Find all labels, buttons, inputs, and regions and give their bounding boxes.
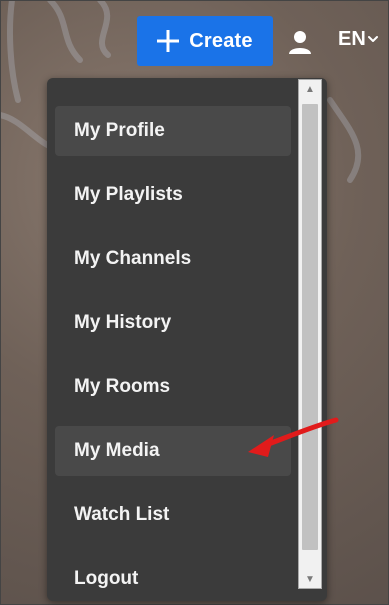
create-button-label: Create	[189, 29, 253, 52]
scroll-up-arrow[interactable]: ▲	[299, 80, 321, 98]
menu-item-my-rooms[interactable]: My Rooms	[55, 362, 291, 412]
menu-item-logout[interactable]: Logout	[55, 554, 291, 601]
create-button[interactable]: Create	[137, 16, 273, 66]
menu-item-my-history[interactable]: My History	[55, 298, 291, 348]
menu-item-label: My Media	[74, 440, 160, 461]
user-dropdown-menu: My Profile My Playlists My Channels My H…	[47, 78, 327, 601]
dropdown-scrollbar[interactable]: ▲ ▼	[298, 79, 322, 589]
menu-item-my-channels[interactable]: My Channels	[55, 234, 291, 284]
menu-item-label: My Channels	[74, 248, 192, 269]
menu-item-my-playlists[interactable]: My Playlists	[55, 170, 291, 220]
language-selector[interactable]: EN	[338, 28, 378, 51]
menu-item-label: Logout	[74, 568, 139, 589]
user-icon[interactable]	[287, 30, 313, 54]
menu-item-label: My History	[74, 312, 172, 333]
plus-icon	[157, 30, 179, 52]
dropdown-menu-list: My Profile My Playlists My Channels My H…	[55, 106, 291, 601]
menu-item-label: My Profile	[74, 120, 165, 141]
screen-canvas: Create EN My Profile My Playlists My Cha…	[0, 0, 389, 605]
menu-item-my-profile[interactable]: My Profile	[55, 106, 291, 156]
chevron-down-icon	[367, 35, 378, 42]
scroll-thumb[interactable]	[302, 104, 318, 550]
language-label: EN	[338, 28, 366, 50]
menu-item-watch-list[interactable]: Watch List	[55, 490, 291, 540]
menu-item-my-media[interactable]: My Media	[55, 426, 291, 476]
menu-item-label: My Playlists	[74, 184, 183, 205]
menu-item-label: My Rooms	[74, 376, 171, 397]
menu-item-label: Watch List	[74, 504, 170, 525]
scroll-down-arrow[interactable]: ▼	[299, 570, 321, 588]
